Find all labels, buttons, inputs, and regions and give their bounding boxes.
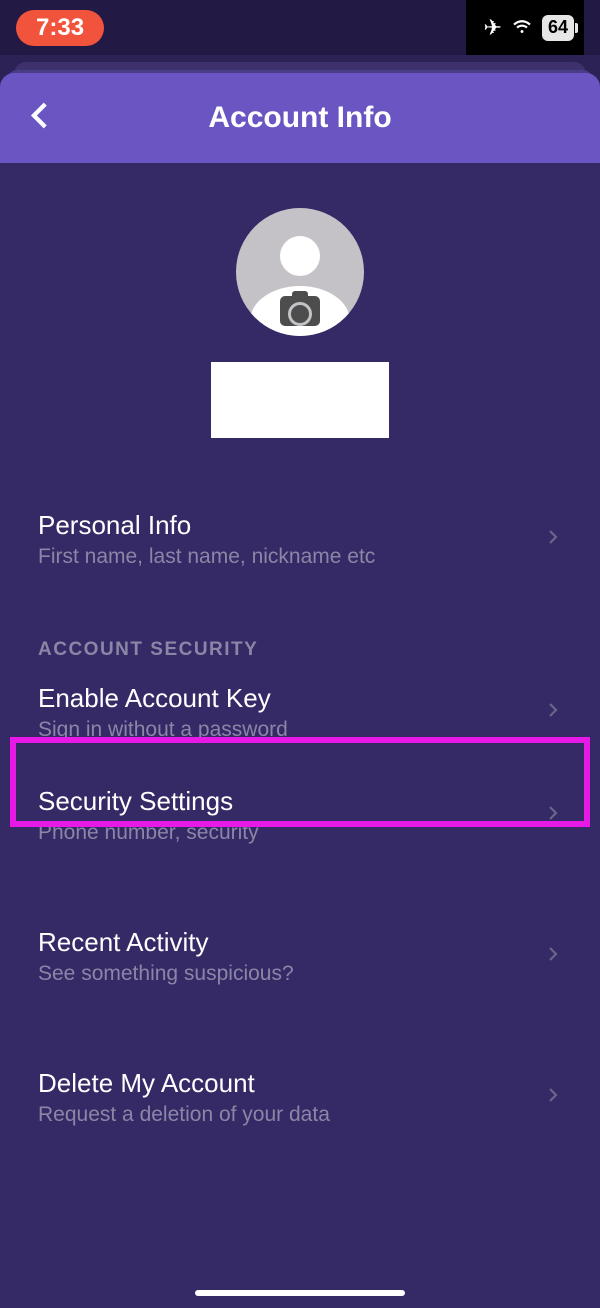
status-icons: ✈ 64 [466, 0, 584, 55]
chevron-right-icon [544, 1081, 562, 1114]
enable-account-key-row[interactable]: Enable Account Key Sign in without a pas… [38, 661, 562, 764]
chevron-right-icon [544, 696, 562, 729]
row-title: Enable Account Key [38, 683, 288, 714]
wifi-icon [510, 13, 534, 42]
username-redacted [211, 362, 389, 438]
personal-info-row[interactable]: Personal Info First name, last name, nic… [38, 488, 562, 591]
avatar-placeholder-head [280, 236, 320, 276]
row-subtitle: Phone number, security [38, 821, 259, 845]
battery-icon: 64 [542, 15, 574, 41]
content-area: Personal Info First name, last name, nic… [0, 163, 600, 1308]
row-title: Delete My Account [38, 1068, 330, 1099]
chevron-right-icon [544, 523, 562, 556]
security-settings-row[interactable]: Security Settings Phone number, security [38, 764, 562, 867]
row-subtitle: See something suspicious? [38, 962, 294, 986]
status-time: 7:33 [16, 10, 104, 46]
chevron-right-icon [544, 940, 562, 973]
chevron-left-icon [24, 99, 58, 133]
nav-header: Account Info [0, 73, 600, 163]
status-bar: 7:33 ✈ 64 [0, 0, 600, 55]
avatar[interactable] [236, 208, 364, 336]
airplane-icon: ✈ [484, 15, 502, 41]
battery-level: 64 [546, 17, 570, 38]
camera-icon[interactable] [280, 296, 320, 326]
page-title: Account Info [208, 101, 391, 135]
row-subtitle: Request a deletion of your data [38, 1103, 330, 1127]
back-button[interactable] [24, 99, 58, 138]
profile-header [0, 208, 600, 438]
row-title: Recent Activity [38, 927, 294, 958]
row-title: Personal Info [38, 510, 375, 541]
row-subtitle: First name, last name, nickname etc [38, 545, 375, 569]
delete-account-row[interactable]: Delete My Account Request a deletion of … [38, 1046, 562, 1149]
recent-activity-row[interactable]: Recent Activity See something suspicious… [38, 905, 562, 1008]
section-header-account-security: ACCOUNT SECURITY [38, 639, 562, 661]
home-indicator[interactable] [195, 1290, 405, 1296]
row-title: Security Settings [38, 786, 259, 817]
chevron-right-icon [544, 799, 562, 832]
row-subtitle: Sign in without a password [38, 718, 288, 742]
